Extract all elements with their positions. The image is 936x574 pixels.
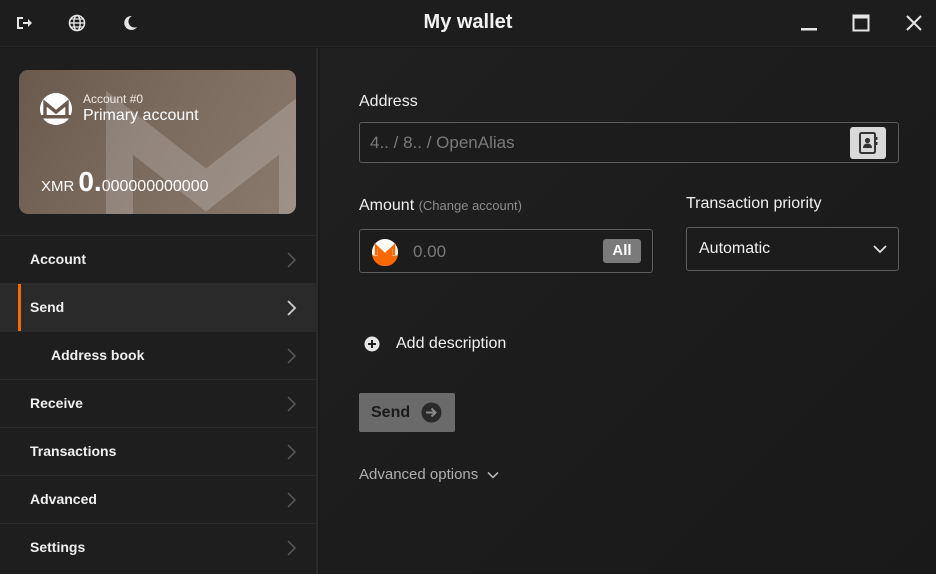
amount-label-group: Amount (Change account) [359, 197, 522, 215]
sidebar-item-label: Receive [30, 395, 83, 411]
logout-button[interactable] [9, 8, 39, 38]
chevron-right-icon [287, 252, 297, 268]
amount-input[interactable]: 0.00 All [359, 229, 653, 273]
close-button[interactable] [899, 8, 929, 38]
moon-icon [124, 15, 137, 30]
change-account-link[interactable]: (Change account) [419, 198, 522, 213]
active-indicator [18, 284, 21, 332]
logout-icon [17, 17, 32, 29]
globe-icon [68, 14, 86, 32]
chevron-right-icon [287, 300, 297, 316]
minimize-icon [801, 28, 817, 31]
close-icon [906, 15, 922, 31]
sidebar-item-label: Address book [51, 347, 145, 363]
sidebar-item-label: Send [30, 299, 65, 315]
amount-placeholder: 0.00 [413, 242, 447, 261]
monero-logo-icon [40, 93, 72, 125]
monero-currency-icon [372, 239, 398, 266]
maximize-icon [852, 14, 870, 32]
priority-select[interactable]: Automatic [686, 227, 899, 271]
sidebar-item-transactions[interactable]: Transactions [0, 427, 316, 475]
sidebar-item-label: Account [30, 251, 86, 267]
sidebar-item-address-book[interactable]: Address book [0, 331, 316, 379]
sidebar-item-account[interactable]: Account [0, 235, 316, 283]
chevron-down-icon [873, 245, 887, 254]
sidebar-menu: Account Send Address book Receive Transa… [0, 235, 316, 571]
account-name: Primary account [83, 107, 199, 124]
sidebar-item-send[interactable]: Send [0, 283, 316, 332]
chevron-right-icon [287, 492, 297, 508]
language-button[interactable] [62, 8, 92, 38]
minimize-button[interactable] [794, 8, 824, 38]
sidebar-item-label: Advanced [30, 491, 97, 507]
balance-decimal: 000000000000 [101, 178, 209, 195]
add-description-button[interactable]: Add description [364, 333, 506, 355]
chevron-right-icon [287, 444, 297, 460]
sidebar: Account #0 Primary account XMR 0. 000000… [0, 48, 318, 574]
chevron-right-icon [287, 348, 297, 364]
address-input[interactable]: 4.. / 8.. / OpenAlias [359, 122, 899, 163]
title-bar: My wallet [0, 0, 936, 47]
address-label: Address [359, 93, 418, 110]
balance: XMR 0. 000000000000 [41, 166, 208, 198]
add-description-label: Add description [396, 335, 507, 352]
advanced-options-toggle[interactable]: Advanced options [359, 466, 499, 483]
send-panel: Address 4.. / 8.. / OpenAlias Amount (Ch… [320, 48, 936, 574]
sidebar-item-label: Transactions [30, 443, 117, 459]
balance-integer: 0. [78, 166, 102, 197]
maximize-button[interactable] [846, 8, 876, 38]
amount-label: Amount [359, 197, 415, 214]
account-card[interactable]: Account #0 Primary account XMR 0. 000000… [19, 70, 296, 214]
sidebar-item-label: Settings [30, 539, 86, 555]
address-book-button[interactable] [850, 127, 886, 159]
sidebar-item-settings[interactable]: Settings [0, 523, 316, 571]
all-button[interactable]: All [603, 239, 641, 263]
send-button[interactable]: Send [359, 393, 455, 432]
priority-value: Automatic [699, 240, 771, 257]
advanced-options-label: Advanced options [359, 466, 479, 483]
account-number: Account #0 [83, 92, 144, 106]
plus-circle-icon [364, 336, 380, 352]
chevron-right-icon [287, 396, 297, 412]
balance-currency: XMR [41, 178, 75, 195]
address-placeholder: 4.. / 8.. / OpenAlias [370, 133, 515, 152]
chevron-right-icon [287, 540, 297, 556]
sidebar-item-advanced[interactable]: Advanced [0, 475, 316, 523]
theme-button[interactable] [115, 8, 145, 38]
sidebar-item-receive[interactable]: Receive [0, 379, 316, 427]
send-button-label: Send [371, 404, 411, 421]
arrow-right-circle-icon [421, 402, 442, 423]
chevron-down-icon [487, 471, 499, 479]
priority-label: Transaction priority [686, 195, 822, 212]
contact-book-icon [859, 132, 878, 154]
